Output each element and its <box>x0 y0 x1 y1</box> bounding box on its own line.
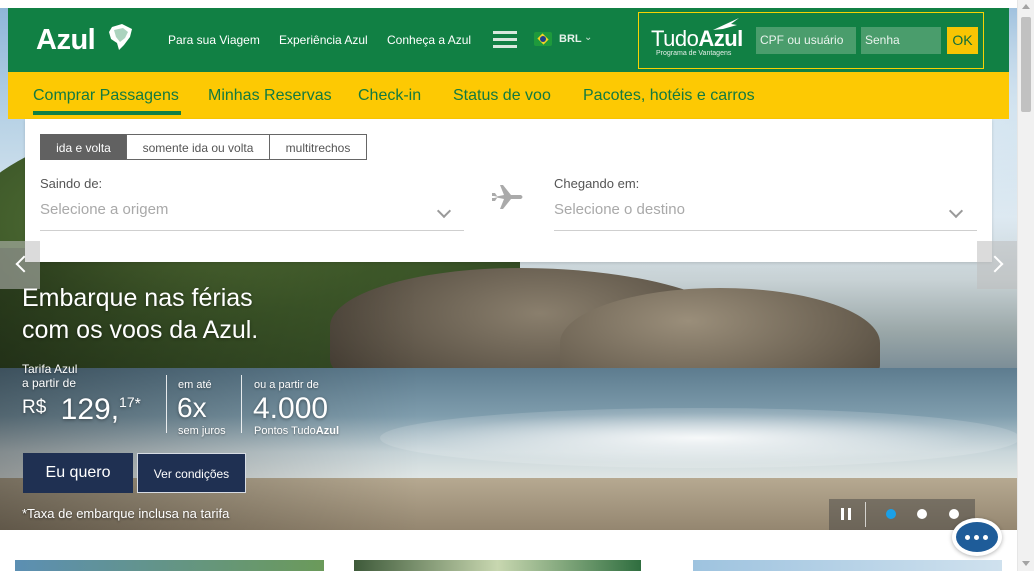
slide-dot[interactable] <box>886 509 896 519</box>
hero-title: Embarque nas férias com os voos da Azul. <box>22 284 259 344</box>
scroll-up-icon[interactable] <box>1022 4 1030 9</box>
tab-check-in[interactable]: Check-in <box>358 87 421 105</box>
divider <box>865 502 866 527</box>
destination-label: Chegando em: <box>554 176 640 191</box>
brazil-map-icon <box>109 24 132 50</box>
password-field[interactable]: Senha <box>861 27 941 54</box>
scrollbar[interactable] <box>1017 0 1034 571</box>
points-label: ou a partir de <box>254 379 319 391</box>
points-note: Pontos TudoAzul <box>254 425 340 437</box>
divider <box>166 375 167 433</box>
chat-bubble-icon <box>956 522 998 552</box>
cpf-user-field[interactable]: CPF ou usuário <box>756 27 856 54</box>
tudoazul-login: TudoAzul Programa de Vantagens CPF ou us… <box>638 12 984 69</box>
tariff-label: Tarifa Azul a partir de <box>22 362 78 390</box>
points-value: 4.000 <box>253 392 329 425</box>
installments-note: sem juros <box>178 425 226 437</box>
azul-logo[interactable]: Azul <box>36 24 96 57</box>
eu-quero-button[interactable]: Eu quero <box>23 453 133 493</box>
login-ok-button[interactable]: OK <box>947 27 978 54</box>
ver-condicoes-button[interactable]: Ver condições <box>137 453 246 493</box>
tax-note: *Taxa de embarque inclusa na tarifa <box>22 506 230 521</box>
origin-select[interactable]: Selecione a origem <box>40 201 464 231</box>
installments-value: 6x <box>177 392 207 423</box>
pause-icon[interactable] <box>841 508 851 520</box>
installments-label: em até <box>178 379 212 391</box>
chevron-left-icon <box>15 255 33 273</box>
tab-minhas-reservas[interactable]: Minhas Reservas <box>208 87 332 105</box>
main-nav: Comprar Passagens Minhas Reservas Check-… <box>8 72 1009 119</box>
flight-search-panel: ida e volta somente ida ou volta multitr… <box>25 119 992 262</box>
scroll-thumb[interactable] <box>1021 17 1031 112</box>
nav-experiencia-azul[interactable]: Experiência Azul <box>279 33 368 47</box>
trip-type-round[interactable]: ida e volta <box>40 134 127 160</box>
hero-foam <box>380 408 1017 468</box>
slider-controls <box>829 499 975 530</box>
trip-type-multi[interactable]: multitrechos <box>269 134 367 160</box>
next-slide-button[interactable] <box>977 241 1017 289</box>
tab-status-de-voo[interactable]: Status de voo <box>453 87 551 105</box>
promo-card[interactable] <box>354 560 641 571</box>
divider <box>241 375 242 433</box>
plane-logo-icon <box>713 18 739 30</box>
promo-card[interactable] <box>15 560 324 571</box>
scroll-down-icon[interactable] <box>1022 561 1030 566</box>
tudoazul-subtitle: Programa de Vantagens <box>656 50 732 57</box>
slide-dot[interactable] <box>917 509 927 519</box>
brazil-flag-icon[interactable] <box>534 32 552 46</box>
destination-select[interactable]: Selecione o destino <box>554 201 977 231</box>
tab-comprar-passagens[interactable]: Comprar Passagens <box>33 87 181 115</box>
chat-button[interactable] <box>952 518 1002 556</box>
nav-conheca-a-azul[interactable]: Conheça a Azul <box>387 33 471 47</box>
origin-label: Saindo de: <box>40 176 103 191</box>
menu-icon[interactable] <box>493 31 517 49</box>
chevron-right-icon <box>986 255 1004 273</box>
price: R$ 129,17* <box>22 393 141 426</box>
trip-type-oneway[interactable]: somente ida ou volta <box>126 134 270 160</box>
top-header: Azul Para sua Viagem Experiência Azul Co… <box>8 8 1009 72</box>
chevron-down-icon[interactable]: ⌄ <box>584 32 592 43</box>
airplane-icon <box>492 185 523 209</box>
nav-para-sua-viagem[interactable]: Para sua Viagem <box>168 33 260 47</box>
promo-card[interactable] <box>693 560 1002 571</box>
currency-selector[interactable]: BRL <box>559 33 582 45</box>
page: Azul Para sua Viagem Experiência Azul Co… <box>0 0 1034 571</box>
tab-pacotes[interactable]: Pacotes, hotéis e carros <box>583 87 755 105</box>
slide-dot[interactable] <box>949 509 959 519</box>
